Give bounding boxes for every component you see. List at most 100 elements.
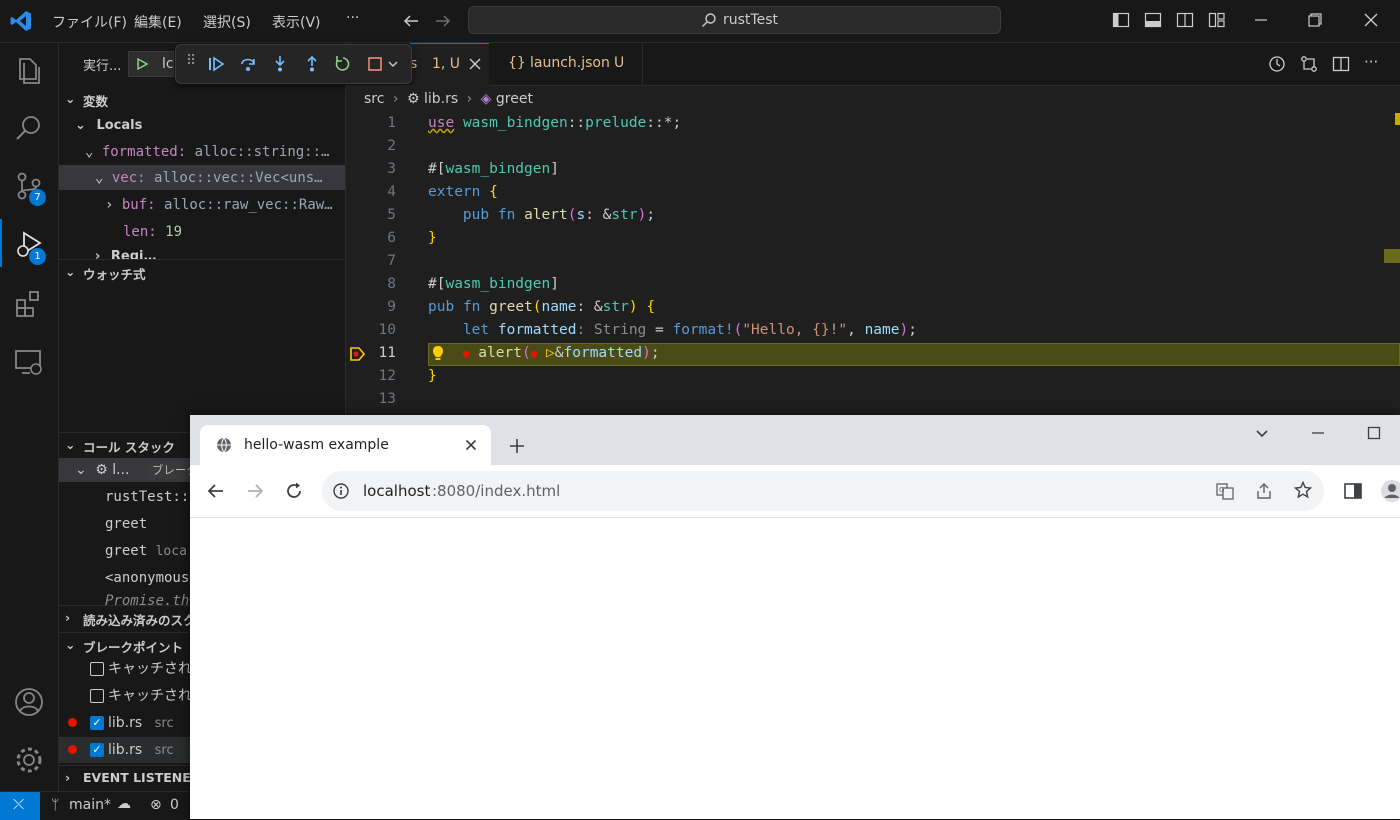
minimize-icon[interactable] xyxy=(1310,425,1326,441)
sync-cloud-icon[interactable]: ☁ xyxy=(117,796,131,812)
address-bar[interactable]: localhost :8080/index.html G xyxy=(322,471,1324,511)
breakpoint-file: lib.rs xyxy=(108,742,143,758)
breadcrumb-folder[interactable]: src xyxy=(364,91,384,107)
browser-tab[interactable]: hello-wasm example xyxy=(200,425,491,465)
translate-icon[interactable]: G xyxy=(1216,482,1234,500)
menu-more[interactable]: ··· xyxy=(346,10,359,26)
compare-changes-icon[interactable] xyxy=(1300,55,1318,73)
stack-frame[interactable]: greet loca xyxy=(105,539,187,563)
remote-explorer-icon[interactable] xyxy=(12,345,46,379)
variable-value: alloc::raw_vec::Raw… xyxy=(164,197,333,213)
forward-arrow-icon[interactable] xyxy=(434,12,452,30)
line-number: 6 xyxy=(387,230,396,246)
variables-header[interactable]: ⌄ 変数 xyxy=(59,88,345,110)
continue-icon[interactable] xyxy=(207,55,225,73)
step-out-icon[interactable] xyxy=(303,55,321,73)
line-number: 13 xyxy=(378,391,396,407)
menu-file[interactable]: ファイル(F) xyxy=(52,12,127,32)
back-arrow-icon[interactable] xyxy=(206,481,226,501)
breadcrumb-file[interactable]: lib.rs xyxy=(424,91,458,107)
share-icon[interactable] xyxy=(1255,482,1273,500)
url-path: :8080/index.html xyxy=(432,482,561,500)
browser-tab-title: hello-wasm example xyxy=(244,437,389,453)
breakpoint-checkbox[interactable] xyxy=(90,689,104,703)
profile-avatar-icon[interactable] xyxy=(1380,479,1400,503)
thread-row[interactable]: ⌄ ⚙ l... ブレーク xyxy=(75,458,202,482)
reload-icon[interactable] xyxy=(284,481,304,501)
timeline-icon[interactable] xyxy=(1268,55,1286,73)
bookmark-star-icon[interactable] xyxy=(1294,481,1312,499)
tab-search-icon[interactable] xyxy=(1254,425,1270,441)
info-icon[interactable] xyxy=(333,483,349,499)
lightbulb-icon[interactable] xyxy=(431,344,445,362)
tab-launch-json[interactable]: {} launch.json U xyxy=(490,43,643,85)
split-editor-icon[interactable] xyxy=(1332,55,1350,73)
error-count[interactable]: 0 xyxy=(170,797,179,813)
search-icon[interactable] xyxy=(12,111,46,145)
more-actions-icon[interactable]: ··· xyxy=(1364,53,1378,71)
stop-icon[interactable] xyxy=(366,55,384,73)
remote-indicator[interactable]: ⤬ xyxy=(0,792,40,820)
command-center-search[interactable]: rustTest xyxy=(468,6,1001,34)
new-tab-icon[interactable] xyxy=(508,437,526,455)
branch-label[interactable]: main* xyxy=(69,797,111,813)
locals-scope[interactable]: ⌄ Locals xyxy=(75,114,142,138)
step-into-icon[interactable] xyxy=(271,55,289,73)
minimize-icon[interactable] xyxy=(1252,11,1270,29)
stack-frame[interactable]: greet xyxy=(105,512,147,536)
breakpoint-checkbox-checked[interactable]: ✓ xyxy=(90,716,104,730)
stack-frame[interactable]: rustTest:: xyxy=(105,485,189,509)
back-arrow-icon[interactable] xyxy=(402,12,420,30)
search-text: rustTest xyxy=(723,12,778,28)
browser-page-content[interactable] xyxy=(190,518,1400,819)
browser-toolbar: localhost :8080/index.html G xyxy=(190,465,1400,518)
breadcrumb-symbol[interactable]: greet xyxy=(496,91,533,107)
callstack-label: コール スタック xyxy=(83,440,175,455)
extensions-icon[interactable] xyxy=(12,287,46,321)
watch-header[interactable]: ⌄ ウォッチ式 xyxy=(59,261,345,283)
step-over-icon[interactable] xyxy=(239,55,257,73)
customize-layout-icon[interactable] xyxy=(1208,11,1226,29)
run-debug-title: 実行... xyxy=(83,59,122,74)
stack-frame[interactable]: <anonymous xyxy=(105,566,189,590)
side-panel-icon[interactable] xyxy=(1343,481,1363,501)
close-tab-icon[interactable] xyxy=(468,57,482,71)
registers-scope[interactable]: › Regi… xyxy=(95,245,156,259)
variable-row-formatted[interactable]: ⌄ formatted: alloc::string::… xyxy=(85,140,343,164)
explorer-icon[interactable] xyxy=(12,53,46,87)
close-tab-icon[interactable] xyxy=(465,439,477,451)
tab-label: launch.json xyxy=(530,55,610,71)
tab-lib-rs[interactable]: s 1, U xyxy=(410,43,489,86)
close-icon[interactable] xyxy=(1362,11,1380,29)
menu-selection[interactable]: 選択(S) xyxy=(203,12,251,32)
chevron-right-icon: › xyxy=(95,249,101,259)
variable-row-vec[interactable]: ⌄ vec: alloc::vec::Vec<uns… xyxy=(95,166,343,190)
chevron-down-icon: ⌄ xyxy=(65,264,76,279)
gear-icon[interactable] xyxy=(12,743,46,777)
menu-view[interactable]: 表示(V) xyxy=(272,12,321,32)
toggle-primary-sidebar-icon[interactable] xyxy=(1112,11,1130,29)
scm-badge: 7 xyxy=(29,189,46,206)
toggle-panel-icon[interactable] xyxy=(1144,11,1162,29)
variable-name: buf: xyxy=(121,197,156,213)
variable-row-buf[interactable]: › buf: alloc::raw_vec::Raw… xyxy=(105,193,343,217)
forward-arrow-icon[interactable] xyxy=(245,481,265,501)
toggle-secondary-sidebar-icon[interactable] xyxy=(1176,11,1194,29)
breakpoint-row[interactable]: lib.rs src xyxy=(108,738,174,762)
menu-edit[interactable]: 編集(E) xyxy=(134,12,182,32)
editor-tabs: s 1, U {} launch.json U ··· xyxy=(346,43,1400,86)
restore-icon[interactable] xyxy=(1306,11,1324,29)
chevron-down-icon: ⌄ xyxy=(65,437,76,452)
account-icon[interactable] xyxy=(12,685,46,719)
breakpoint-row[interactable]: lib.rs src xyxy=(108,711,174,735)
chevron-down-icon[interactable] xyxy=(387,55,399,73)
launch-config-select[interactable]: lc xyxy=(128,51,174,77)
drag-handle-icon[interactable]: ⠿ xyxy=(186,53,196,69)
restart-icon[interactable] xyxy=(334,55,352,73)
breakpoint-checkbox[interactable] xyxy=(90,662,104,676)
maximize-icon[interactable] xyxy=(1366,425,1382,441)
line-number: 2 xyxy=(387,138,396,154)
breakpoint-checkbox-checked[interactable]: ✓ xyxy=(90,743,104,757)
variable-row-len[interactable]: len: 19 xyxy=(123,220,182,244)
start-debug-icon[interactable] xyxy=(135,57,149,71)
